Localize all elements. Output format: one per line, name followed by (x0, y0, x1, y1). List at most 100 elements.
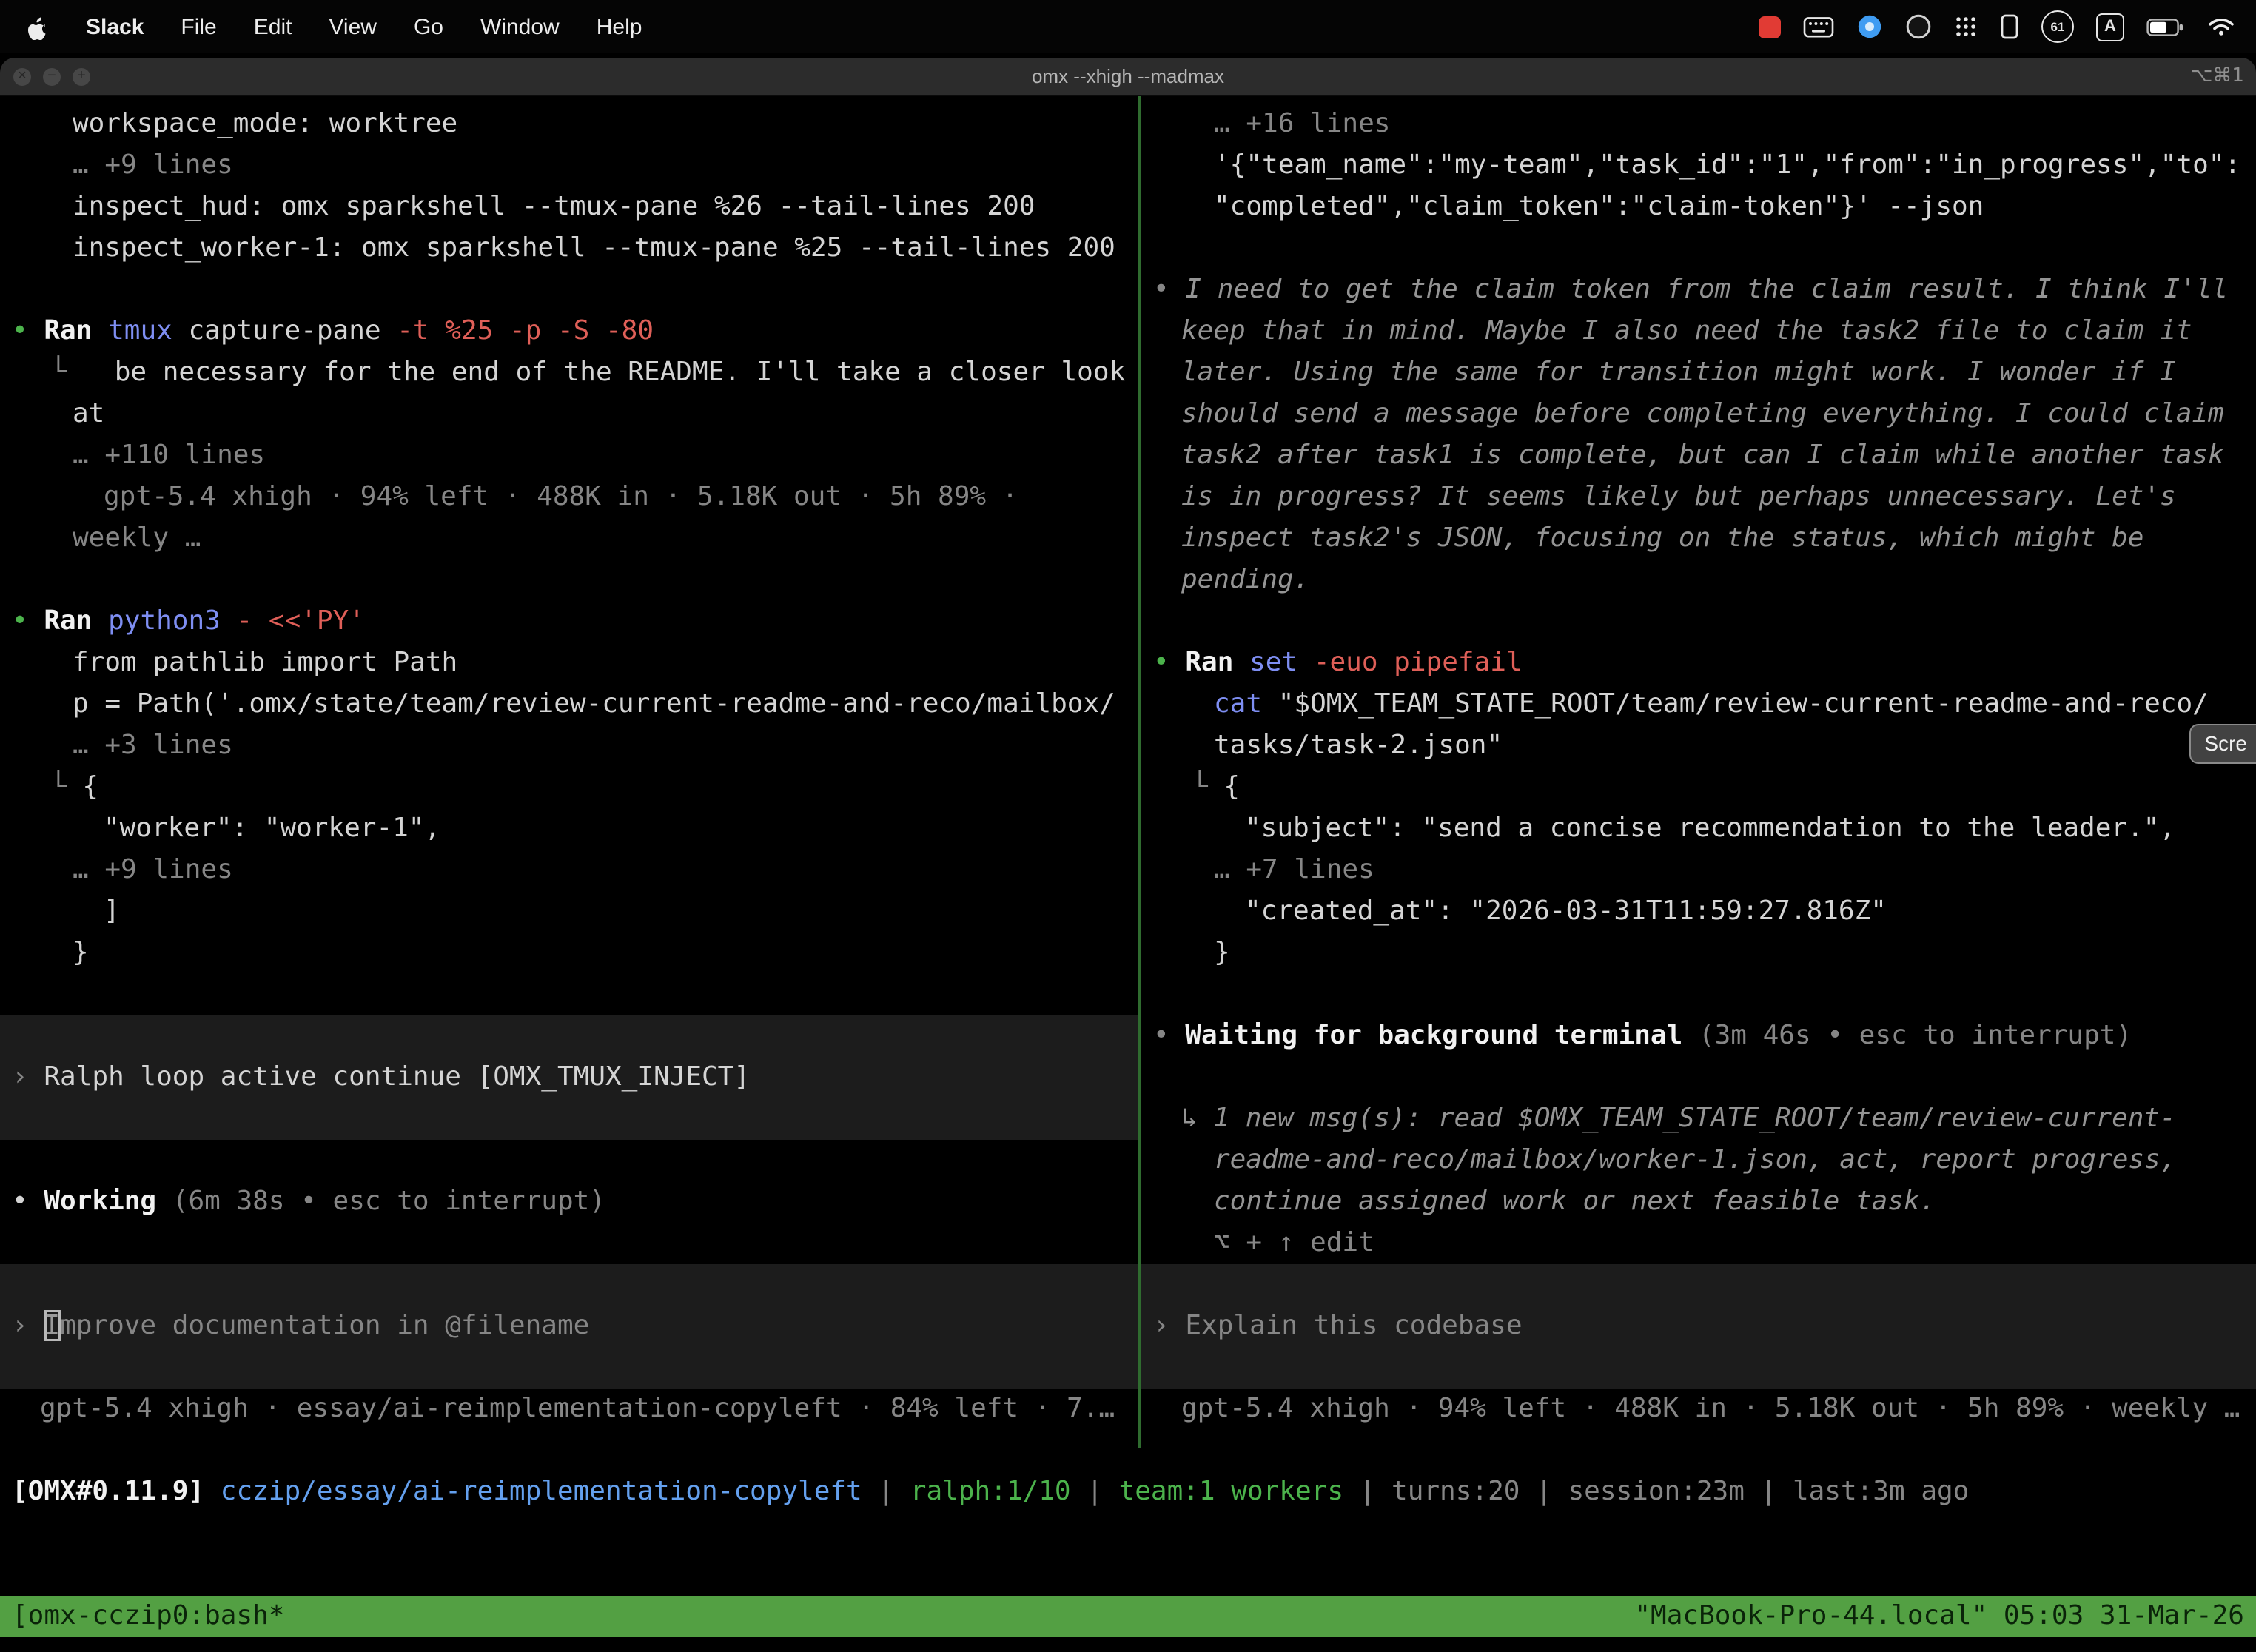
ralph-loop-status: › Ralph loop active continue [OMX_TMUX_I… (0, 1057, 1138, 1098)
terminal-line: inspect_hud: omx sparkshell --tmux-pane … (0, 187, 1138, 228)
record-stop-icon (1759, 16, 1781, 38)
menu-window[interactable]: Window (480, 14, 560, 39)
terminal-text: └ (50, 357, 82, 388)
window-shortcut-hint: ⌥⌘1 (2190, 65, 2244, 87)
terminal-text: • (1153, 647, 1185, 678)
terminal-text: set (1249, 647, 1314, 678)
display-mirroring-icon[interactable] (2000, 13, 2019, 40)
terminal-line: inspect_worker-1: omx sparkshell --tmux-… (0, 228, 1138, 269)
terminal-text: "subject": "send a concise recommendatio… (1245, 813, 2175, 844)
terminal-text: mprove documentation in @filename (60, 1310, 589, 1341)
terminal-line: … +7 lines (1141, 850, 2256, 891)
app-icon-blue[interactable] (1856, 13, 1883, 40)
apple-menu[interactable] (27, 14, 49, 39)
terminal-text: … +110 lines (73, 440, 265, 471)
terminal-line: cat "$OMX_TEAM_STATE_ROOT/team/review-cu… (1141, 684, 2256, 725)
terminal-text: is in progress? It seems likely but perh… (1181, 481, 2176, 512)
menu-file[interactable]: File (181, 14, 216, 39)
terminal-line (0, 1264, 1138, 1306)
menu-go[interactable]: Go (414, 14, 443, 39)
terminal-text: capture-pane (188, 315, 397, 346)
status-segment: | (1520, 1476, 1568, 1507)
keyboard-icon[interactable] (1803, 16, 1834, 38)
terminal-line: • Ran set -euo pipefail (1141, 642, 2256, 684)
terminal-line (0, 974, 1138, 1015)
terminal-text: › (12, 1310, 44, 1341)
wifi-icon[interactable] (2207, 16, 2235, 37)
terminal-line (0, 560, 1138, 601)
terminal-line: … +110 lines (0, 435, 1138, 477)
screen-recording-indicator[interactable] (1759, 16, 1781, 38)
terminal-line: inspect task2's JSON, focusing on the st… (1141, 518, 2256, 560)
terminal-line: … +3 lines (0, 725, 1138, 767)
menu-edit[interactable]: Edit (254, 14, 292, 39)
menu-view[interactable]: View (329, 14, 377, 39)
terminal-right-pane[interactable]: … +16 lines'{"team_name":"my-team","task… (1141, 104, 2256, 1430)
terminal-text: task2 after task1 is complete, but can I… (1181, 440, 2224, 471)
window-title: omx --xhigh --madmax (0, 65, 2256, 87)
battery-icon[interactable] (2146, 17, 2185, 36)
terminal-text: inspect task2's JSON, focusing on the st… (1181, 523, 2143, 554)
title-bar[interactable]: × − + omx --xhigh --madmax ⌥⌘1 (0, 58, 2256, 96)
working-status: • Working (6m 38s • esc to interrupt) (0, 1181, 1138, 1223)
menu-help[interactable]: Help (597, 14, 642, 39)
terminal-line: workspace_mode: worktree (0, 104, 1138, 145)
status-segment: | (1343, 1476, 1391, 1507)
dots-grid-icon[interactable] (1954, 15, 1978, 38)
screenshot-thumbnail-popup[interactable]: Scre (2189, 724, 2256, 764)
terminal-text: Ran (44, 315, 108, 346)
terminal-text: pending. (1181, 564, 1309, 595)
terminal-text: • (1153, 274, 1185, 305)
status-segment: | (1745, 1476, 1793, 1507)
status-segment: cczip/essay/ai-reimplementation-copyleft (221, 1476, 862, 1507)
terminal-left-pane[interactable]: workspace_mode: worktree … +9 lines inspec… (0, 104, 1138, 1430)
terminal-line: • Ran python3 - <<'PY' (0, 601, 1138, 642)
waiting-status: • Waiting for background terminal (3m 46… (1141, 1015, 2256, 1057)
tmux-host-clock: "MacBook-Pro-44.local" 05:03 31-Mar-26 (1634, 1596, 2244, 1637)
terminal-line: } (1141, 933, 2256, 974)
terminal-text: I need to get the claim token from the c… (1185, 274, 2228, 305)
terminal-line: … +9 lines (0, 145, 1138, 187)
terminal-line: pending. (1141, 560, 2256, 601)
app-menu-slack[interactable]: Slack (86, 14, 144, 39)
tmux-status-bar: [omx-cczip0:bash* "MacBook-Pro-44.local"… (0, 1596, 2256, 1637)
terminal-text: … +16 lines (1214, 108, 1390, 139)
terminal-line (1141, 228, 2256, 269)
battery-percent-badge[interactable]: 61 (2041, 10, 2074, 43)
terminal-line (0, 1347, 1138, 1389)
terminal-text: └ (50, 771, 82, 802)
terminal-text: } (1214, 937, 1230, 968)
terminal-line: … +16 lines (1141, 104, 2256, 145)
terminal-line: "subject": "send a concise recommendatio… (1141, 808, 2256, 850)
terminal-text: • (1153, 1020, 1185, 1051)
terminal-line: "completed","claim_token":"claim-token"}… (1141, 187, 2256, 228)
terminal-line: "created_at": "2026-03-31T11:59:27.816Z" (1141, 891, 2256, 933)
app-icon-dark-circle[interactable] (1905, 13, 1932, 40)
terminal-text: workspace_mode: worktree (73, 108, 457, 139)
status-segment: ralph:1/10 (910, 1476, 1071, 1507)
terminal-text: … +9 lines (73, 150, 233, 181)
terminal-line: └ { (0, 767, 1138, 808)
terminal-line (1141, 601, 2256, 642)
prompt-input-right[interactable]: › Explain this codebase (1141, 1306, 2256, 1347)
menu-bar-status-items: 61 A (1759, 10, 2256, 43)
terminal-text: - <<'PY' (237, 605, 365, 637)
terminal-text: … +7 lines (1214, 854, 1374, 885)
terminal-line: • I need to get the claim token from the… (1141, 269, 2256, 311)
terminal-line (1141, 1347, 2256, 1389)
terminal-line: later. Using the same for transition mig… (1141, 352, 2256, 394)
terminal-line: from pathlib import Path (0, 642, 1138, 684)
terminal-line: at (0, 394, 1138, 435)
terminal-line: } (0, 933, 1138, 974)
input-source-letter: A (2104, 18, 2116, 36)
status-segment: | (1071, 1476, 1119, 1507)
terminal-text: • (12, 605, 44, 637)
terminal-text: continue assigned work or next feasible … (1214, 1186, 1936, 1217)
prompt-input-left[interactable]: › Improve documentation in @filename (0, 1306, 1138, 1347)
terminal-window: × − + omx --xhigh --madmax ⌥⌘1 workspace… (0, 58, 2256, 1652)
input-source-icon[interactable]: A (2096, 13, 2124, 41)
status-segment: [OMX#0.11.9] (12, 1476, 221, 1507)
terminal-text: › (1153, 1310, 1185, 1341)
omx-status-line: [OMX#0.11.9] cczip/essay/ai-reimplementa… (0, 1471, 2256, 1513)
terminal-line: • Ran tmux capture-pane -t %25 -p -S -80 (0, 311, 1138, 352)
